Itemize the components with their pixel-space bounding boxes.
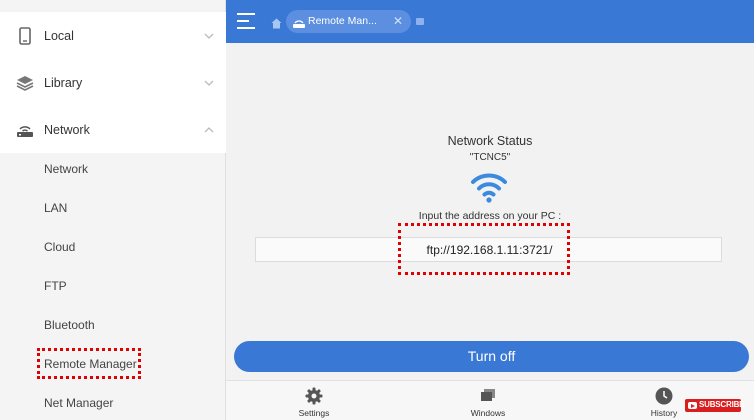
sidebar-item-ftp[interactable]: FTP <box>0 266 226 305</box>
sidebar-item-label: Net Manager <box>44 395 114 410</box>
tab-remote-manager[interactable]: Remote Man... ✕ <box>286 10 411 33</box>
router-icon <box>15 120 35 140</box>
sidebar-item-label: LAN <box>44 200 68 215</box>
sidebar-item-label: Cloud <box>44 239 76 254</box>
bottom-nav-settings[interactable]: Settings <box>274 381 354 420</box>
sidebar-group-label: Network <box>44 122 90 137</box>
main-panel: Remote Man... ✕ Network Status "TCNC5" I… <box>226 0 754 420</box>
bottom-nav-windows[interactable]: Windows <box>448 381 528 420</box>
sidebar-item-lan[interactable]: LAN <box>0 188 226 227</box>
sidebar-item-label: Network <box>44 161 89 176</box>
address-prompt: Input the address on your PC : <box>418 210 562 222</box>
home-icon[interactable] <box>271 16 282 29</box>
play-icon <box>688 402 697 409</box>
sidebar-group-label: Library <box>44 75 83 90</box>
bottom-nav: Settings Windows History <box>226 380 754 420</box>
sidebar-item-network[interactable]: Network <box>0 149 226 188</box>
bottom-nav-label: Windows <box>470 408 506 418</box>
sidebar-item-bluetooth[interactable]: Bluetooth <box>0 305 226 344</box>
wifi-icon <box>471 170 507 204</box>
sidebar-group-label: Local <box>44 28 74 43</box>
phone-icon <box>15 26 35 46</box>
sidebar-item-cloud[interactable]: Cloud <box>0 227 226 266</box>
tab-label: Remote Man... <box>308 15 377 27</box>
menu-icon[interactable] <box>236 12 256 30</box>
sidebar-item-net-manager[interactable]: Net Manager <box>0 383 226 420</box>
subscribe-label: SUBSCRIBE <box>699 400 745 409</box>
tab-overflow-icon[interactable] <box>416 18 424 25</box>
close-icon[interactable]: ✕ <box>393 14 403 28</box>
clock-icon <box>655 387 673 405</box>
router-icon <box>292 16 306 28</box>
bottom-nav-label: Settings <box>298 408 330 418</box>
sidebar-item-label: Bluetooth <box>44 317 95 332</box>
remote-manager-content: Network Status "TCNC5" Input the address… <box>226 43 754 380</box>
sidebar-group-local[interactable]: Local <box>0 12 226 59</box>
subscribe-badge[interactable]: SUBSCRIBE <box>685 399 745 412</box>
chevron-up-icon <box>202 123 216 137</box>
sidebar-group-library[interactable]: Library <box>0 59 226 106</box>
chevron-down-icon <box>202 29 216 43</box>
sidebar-group-network[interactable]: Network <box>0 106 226 153</box>
network-ssid: "TCNC5" <box>469 152 511 163</box>
sidebar-item-label: FTP <box>44 278 67 293</box>
highlight-box-remote-manager <box>37 348 141 379</box>
windows-stack-icon <box>479 387 497 405</box>
chevron-down-icon <box>202 76 216 90</box>
network-status-title: Network Status <box>447 134 533 148</box>
turn-off-button[interactable]: Turn off <box>234 341 749 372</box>
stack-icon <box>15 73 35 93</box>
gear-icon <box>305 387 323 405</box>
highlight-box-address <box>398 223 570 275</box>
top-bar: Remote Man... ✕ <box>226 0 754 43</box>
